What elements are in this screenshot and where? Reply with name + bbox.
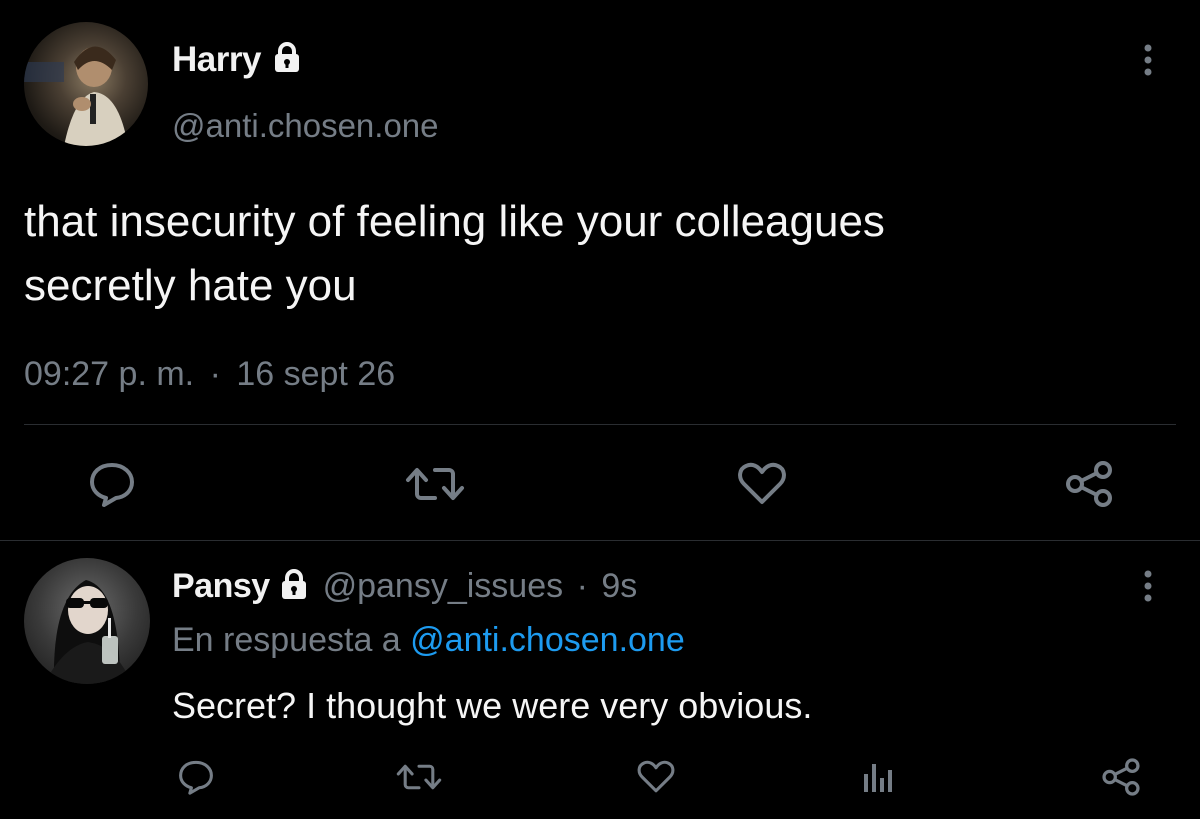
avatar-photo bbox=[24, 46, 128, 146]
author-name[interactable]: Harry bbox=[172, 40, 302, 82]
replying-to: En respuesta a @anti.chosen.one bbox=[172, 620, 685, 660]
reply-share-icon[interactable] bbox=[1100, 756, 1142, 798]
more-options-icon[interactable] bbox=[1138, 40, 1158, 80]
lock-icon bbox=[272, 41, 302, 82]
replying-to-link[interactable]: @anti.chosen.one bbox=[410, 621, 685, 659]
reply-text: Secret? I thought we were very obvious. bbox=[172, 685, 813, 726]
author-avatar[interactable] bbox=[24, 22, 148, 146]
author-handle[interactable]: @anti.chosen.one bbox=[172, 106, 439, 146]
reply-separator: · bbox=[576, 567, 588, 605]
like-icon[interactable] bbox=[736, 460, 788, 508]
tweet-text-line-2: secretly hate you bbox=[24, 261, 357, 310]
share-icon[interactable] bbox=[1063, 458, 1115, 510]
replying-to-prefix: En respuesta a bbox=[172, 621, 401, 659]
reply-author-name[interactable]: Pansy bbox=[172, 567, 270, 605]
reply-header: Pansy @pansy_issues · 9s bbox=[172, 566, 637, 609]
lock-icon bbox=[279, 568, 309, 609]
tweet-timestamp[interactable]: 09:27 p. m. · 16 sept 26 bbox=[24, 352, 395, 396]
reply-author-avatar[interactable] bbox=[24, 558, 150, 684]
tweet-text: that insecurity of feeling like your col… bbox=[24, 190, 885, 318]
reply-more-options-icon[interactable] bbox=[1138, 566, 1158, 606]
tweet-date[interactable]: 16 sept 26 bbox=[236, 355, 395, 393]
section-divider bbox=[0, 540, 1200, 541]
tweet-text-line-1: that insecurity of feeling like your col… bbox=[24, 197, 885, 246]
reply-retweet-icon[interactable] bbox=[396, 760, 442, 794]
author-name-text[interactable]: Harry bbox=[172, 40, 261, 79]
timestamp-separator: · bbox=[209, 355, 221, 393]
tweet-time[interactable]: 09:27 p. m. bbox=[24, 355, 194, 393]
reply-like-icon[interactable] bbox=[636, 758, 676, 796]
reply-icon[interactable] bbox=[86, 460, 138, 508]
reply-avatar-photo bbox=[44, 580, 132, 684]
reply-age[interactable]: 9s bbox=[601, 567, 637, 605]
divider bbox=[24, 424, 1176, 425]
reply-reply-icon[interactable] bbox=[176, 758, 216, 796]
analytics-icon[interactable] bbox=[860, 760, 894, 794]
reply-author-handle[interactable]: @pansy_issues bbox=[323, 567, 564, 605]
retweet-icon[interactable] bbox=[405, 462, 465, 506]
